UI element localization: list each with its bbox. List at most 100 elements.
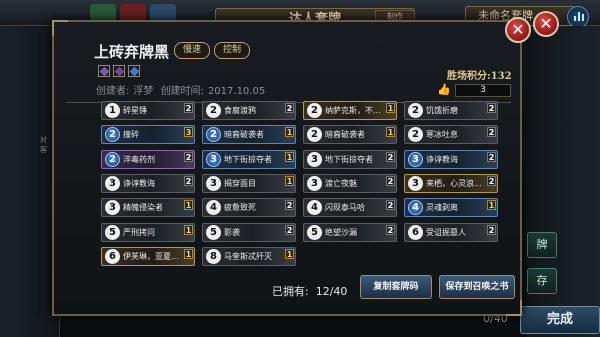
card-entry[interactable]: 3 渡亡夜魅 2 [303,173,397,193]
done-button[interactable]: 完成 [520,306,600,334]
card-name: 饥饿折磨 [426,106,458,115]
card-count: 1 [285,248,294,259]
copy-deck-code-button[interactable]: 复制套牌码 [360,275,432,299]
card-entry[interactable]: 3 诤谆教诲 2 [404,149,498,169]
card-name: 伊芙琳，亚夏... [123,251,179,261]
card-entry[interactable]: 3 揭穿面目 1 [202,173,296,193]
card-entry[interactable]: 4 闪现泰马哈 2 [303,198,397,218]
card-cost: 6 [105,248,120,264]
card-entry[interactable]: 2 饥饿折磨 2 [404,101,498,120]
wins-value: 3 [455,84,511,97]
card-entry[interactable]: 3 诤谆教诲 2 [101,173,195,193]
card-cost: 4 [307,200,322,216]
card-cost: 3 [307,151,322,167]
card-cost: 2 [206,127,221,143]
card-entry[interactable]: 5 严刑拷问 1 [101,222,195,242]
card-cost: 5 [206,224,221,240]
card-name: 暗裔破袭者 [325,130,365,140]
card-count: 2 [487,175,496,186]
card-name: 渡亡夜魅 [325,178,357,188]
card-name: 食腐渡鸦 [224,106,256,115]
card-list-button[interactable]: 牌 [527,232,557,258]
card-cost: 2 [307,103,322,118]
card-count: 2 [386,151,395,162]
thumbs-up-icon: 👍 [437,83,451,96]
card-count: 2 [487,151,496,162]
card-cost: 2 [105,151,120,167]
card-entry[interactable]: 1 碎星锤 2 [101,101,195,120]
card-count: 1 [285,151,294,162]
creator-name: 浮梦 [133,86,154,97]
card-count: 2 [184,151,193,162]
deck-name: 上砖弃牌黑 [94,43,170,61]
card-count: 2 [386,200,395,211]
card-name: 暗裔破袭者 [224,130,264,140]
card-entry[interactable]: 3 来栖，心灵浪... 2 [404,173,498,193]
card-cost: 3 [206,175,221,191]
close-icon[interactable]: ✕ [505,17,531,43]
frame-corner [506,300,522,316]
card-name: 纳萨克斯，不... [325,106,381,115]
element-icons [98,65,140,77]
card-entry[interactable]: 2 食腐渡鸦 2 [202,101,296,120]
card-entry[interactable]: 5 影袭 2 [202,222,296,242]
card-cost: 2 [105,127,120,143]
card-entry[interactable]: 3 地下街掠夺者 2 [303,149,397,169]
card-cost: 2 [307,127,322,143]
card-entry[interactable]: 2 暗裔破袭者 1 [202,125,296,145]
card-count: 1 [285,127,294,138]
card-name: 闪现泰马哈 [325,203,365,213]
card-entry[interactable]: 4 灵魂剥离 1 [404,198,498,218]
frame-corner [52,20,68,36]
card-entry[interactable]: 2 暗裔破袭者 1 [303,125,397,145]
card-name: 寒冰吐息 [426,130,458,140]
card-name: 地下街掠夺者 [325,154,373,164]
card-entry[interactable]: 2 寒冰吐息 2 [404,125,498,145]
card-entry[interactable]: 3 地下街掠夺者 1 [202,149,296,169]
card-name: 马奎斯忒歼灭 [224,251,272,261]
created-date: 2017.10.05 [207,86,266,97]
card-name: 受诅掘墓人 [426,227,466,237]
card-entry[interactable]: 4 疲惫致死 2 [202,198,296,218]
water-element-icon [128,65,140,77]
card-name: 严刑拷问 [123,227,155,237]
card-entry[interactable]: 8 马奎斯忒歼灭 1 [202,246,296,266]
close-icon[interactable]: ✕ [533,11,559,37]
save-side-button[interactable]: 存 [527,268,557,294]
created-label: 创建时间: [160,86,204,97]
card-cost: 3 [408,151,423,167]
card-name: 诤谆教诲 [123,178,155,188]
card-entry[interactable]: 2 淬毒药剂 2 [101,149,195,169]
deck-meta: 创建者: 浮梦 创建时间: 2017.10.05 [96,82,269,97]
stats-icon[interactable] [567,6,589,28]
card-name: 影袭 [224,227,240,237]
save-to-book-button[interactable]: 保存到召唤之书 [439,275,515,299]
card-cost: 1 [105,103,120,118]
owned-count: 已拥有: 12/40 [272,285,348,298]
card-count: 2 [285,224,294,235]
left-panel-note: 对 客 [40,136,47,154]
card-name: 灵魂剥离 [426,203,458,213]
card-count: 2 [487,103,496,113]
card-entry[interactable]: 2 撞碎 3 [101,125,195,145]
card-cost: 8 [206,248,221,264]
card-count: 2 [184,175,193,186]
card-cost: 2 [408,127,423,143]
card-entry[interactable]: 6 伊芙琳，亚夏... 1 [101,246,195,266]
card-count: 2 [285,103,294,113]
card-name: 碎星锤 [123,106,147,115]
card-entry[interactable]: 5 绝望沙漏 2 [303,222,397,242]
card-count: 1 [386,103,395,113]
card-entry[interactable]: 3 精魄侵染者 1 [101,198,195,218]
card-name: 淬毒药剂 [123,154,155,164]
card-count: 1 [184,248,193,259]
card-count: 1 [487,200,496,211]
card-count: 2 [285,200,294,211]
dark-element-icon [113,65,125,77]
card-name: 疲惫致死 [224,203,256,213]
card-entry[interactable]: 2 纳萨克斯，不... 1 [303,101,397,120]
deck-detail-modal: 上砖弃牌黑 慢速 控制 创建者: 浮梦 创建时间: 2017.10.05 胜场积分:… [52,20,522,316]
card-name: 地下街掠夺者 [224,154,272,164]
left-panel [0,26,60,337]
card-entry[interactable]: 6 受诅掘墓人 2 [404,222,498,242]
